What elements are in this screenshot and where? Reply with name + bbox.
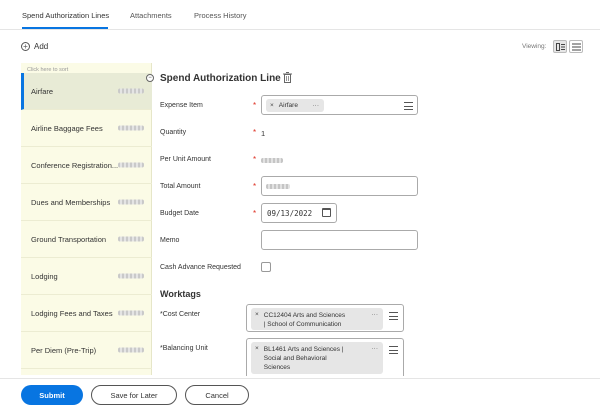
list-item-label: Airline Baggage Fees <box>31 123 103 133</box>
list-item-airfare[interactable]: Airfare <box>21 73 152 110</box>
blurred-amount <box>118 310 144 316</box>
expense-lines-list: Click here to sort Airfare Airline Bagga… <box>21 63 152 375</box>
list-item-label: Airfare <box>31 86 54 96</box>
remove-icon[interactable]: × <box>255 345 259 352</box>
blurred-total-amount <box>266 184 290 189</box>
blurred-per-unit-amount <box>261 158 283 163</box>
panel-title: Spend Authorization Line <box>160 73 281 84</box>
balancing-unit-field[interactable]: × BL1461 Arts and Sciences | Social and … <box>246 338 404 376</box>
balancing-unit-pill: × BL1461 Arts and Sciences | Social and … <box>251 342 383 374</box>
collapse-panel-button[interactable]: − <box>146 74 154 82</box>
blurred-amount <box>118 162 144 168</box>
memo-input[interactable] <box>261 230 418 250</box>
budget-date-label: Budget Date <box>160 210 199 217</box>
blurred-amount <box>118 347 144 353</box>
required-indicator: * <box>253 128 257 137</box>
blurred-amount <box>118 88 144 94</box>
detail-view-button[interactable] <box>553 40 567 53</box>
blurred-amount <box>118 273 144 279</box>
cost-center-field[interactable]: × CC12404 Arts and Sciences | School of … <box>246 304 404 332</box>
tab-bar: Spend Authorization Lines Attachments Pr… <box>0 0 600 30</box>
plus-circle-icon: + <box>21 42 30 51</box>
tab-process-history[interactable]: Process History <box>194 11 247 20</box>
list-item-label: Lodging <box>31 271 58 281</box>
budget-date-value: 09/13/2022 <box>267 209 313 218</box>
minus-icon: − <box>148 75 152 81</box>
cost-center-value-line1: CC12404 Arts and Sciences <box>263 312 346 319</box>
balancing-unit-value-line1: BL1461 Arts and Sciences | <box>263 346 344 353</box>
cash-advance-checkbox[interactable] <box>261 262 271 272</box>
cash-advance-label: Cash Advance Requested <box>160 264 241 271</box>
required-indicator: * <box>253 155 257 164</box>
add-button[interactable]: + Add <box>21 42 48 51</box>
active-tab-indicator <box>22 27 108 29</box>
prompt-list-icon[interactable] <box>389 312 398 320</box>
submit-button[interactable]: Submit <box>21 385 83 405</box>
total-amount-input[interactable] <box>261 176 418 196</box>
expense-item-field[interactable]: × Airfare ··· <box>261 95 418 115</box>
cost-center-label: *Cost Center <box>160 311 201 318</box>
list-item-label: Lodging Fees and Taxes <box>31 308 113 318</box>
required-indicator: * <box>253 101 257 110</box>
add-label: Add <box>34 42 49 51</box>
balancing-unit-value-line3: Sciences <box>263 364 291 371</box>
memo-label: Memo <box>160 237 180 244</box>
quantity-value: 1 <box>261 129 266 138</box>
remove-icon[interactable]: × <box>270 102 274 109</box>
footer-bar <box>0 378 600 415</box>
quantity-label: Quantity <box>160 129 187 136</box>
list-icon <box>571 43 581 50</box>
prompt-list-icon[interactable] <box>389 346 398 354</box>
list-item-lodging-fees-and-taxes[interactable]: Lodging Fees and Taxes <box>21 295 152 332</box>
balancing-unit-value-line2: Social and Behavioral <box>263 355 327 362</box>
list-item-ground-transportation[interactable]: Ground Transportation <box>21 221 152 258</box>
worktags-heading: Worktags <box>160 289 201 299</box>
list-item-label: Dues and Memberships <box>31 197 111 207</box>
list-item-label: Per Diem (Pre-Trip) <box>31 345 97 355</box>
prompt-list-icon[interactable] <box>404 102 413 110</box>
tab-attachments[interactable]: Attachments <box>130 11 172 20</box>
list-item-airline-baggage-fees[interactable]: Airline Baggage Fees <box>21 110 152 147</box>
more-icon[interactable]: ··· <box>372 311 379 318</box>
list-view-button[interactable] <box>569 40 583 53</box>
list-item-dues-and-memberships[interactable]: Dues and Memberships <box>21 184 152 221</box>
more-icon[interactable]: ··· <box>372 345 379 352</box>
cost-center-value-line2: | School of Communication <box>263 321 342 328</box>
list-item-per-diem[interactable]: Per Diem (Pre-Trip) <box>21 332 152 369</box>
cancel-button[interactable]: Cancel <box>185 385 249 405</box>
save-for-later-button[interactable]: Save for Later <box>91 385 177 405</box>
list-item-label: Conference Registration... <box>31 160 119 170</box>
calendar-icon[interactable] <box>322 208 331 217</box>
per-unit-amount-label: Per Unit Amount <box>160 156 211 163</box>
viewing-label: Viewing: <box>522 43 547 50</box>
blurred-amount <box>118 199 144 205</box>
required-indicator: * <box>253 209 257 218</box>
blurred-amount <box>118 125 144 131</box>
required-indicator: * <box>253 182 257 191</box>
list-item-conference-registration[interactable]: Conference Registration... <box>21 147 152 184</box>
blurred-amount <box>118 236 144 242</box>
total-amount-label: Total Amount <box>160 183 201 190</box>
balancing-unit-label: *Balancing Unit <box>160 345 208 352</box>
cost-center-pill: × CC12404 Arts and Sciences | School of … <box>251 308 383 330</box>
more-icon[interactable]: ··· <box>313 102 320 109</box>
split-view-icon <box>555 42 565 51</box>
expense-item-label: Expense Item <box>160 102 203 109</box>
budget-date-input[interactable]: 09/13/2022 <box>261 203 337 223</box>
expense-item-value: Airfare <box>278 102 298 109</box>
trash-icon[interactable] <box>283 72 292 83</box>
remove-icon[interactable]: × <box>255 311 259 318</box>
tab-spend-authorization-lines[interactable]: Spend Authorization Lines <box>22 11 109 20</box>
expense-item-pill: × Airfare ··· <box>266 99 324 112</box>
list-item-label: Ground Transportation <box>31 234 107 244</box>
list-item-lodging[interactable]: Lodging <box>21 258 152 295</box>
